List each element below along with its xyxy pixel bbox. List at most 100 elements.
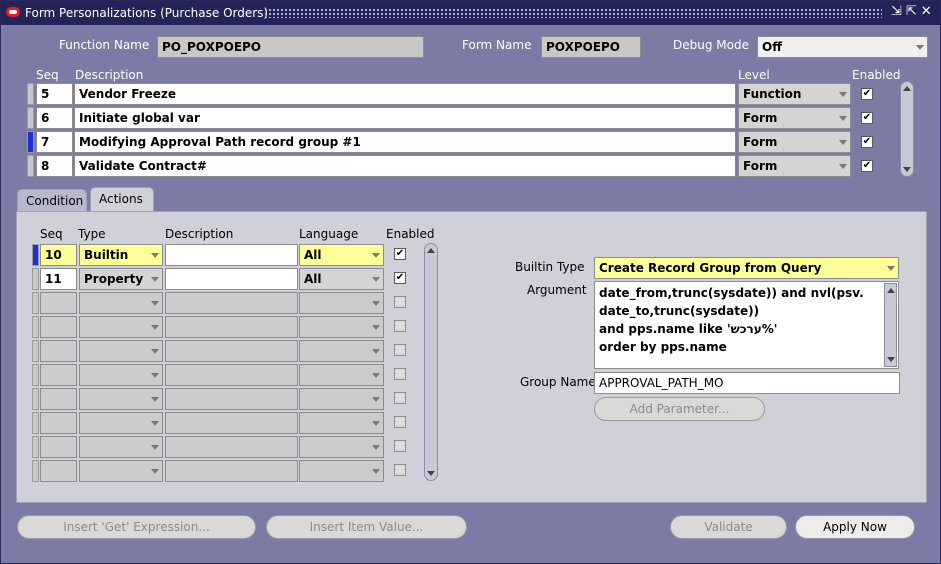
- action-language-select[interactable]: [299, 460, 384, 482]
- scroll-down-icon[interactable]: [903, 167, 911, 172]
- action-type-select[interactable]: [79, 460, 163, 482]
- validate-button[interactable]: Validate: [670, 515, 787, 539]
- row-indicator[interactable]: [32, 292, 39, 314]
- action-type-select[interactable]: [79, 316, 163, 338]
- insert-get-expression-button[interactable]: Insert 'Get' Expression...: [17, 515, 256, 539]
- action-type-select[interactable]: [79, 364, 163, 386]
- rule-seq-field[interactable]: 6: [36, 107, 73, 129]
- rule-description-field[interactable]: Initiate global var: [74, 107, 736, 129]
- action-type-select[interactable]: [79, 436, 163, 458]
- rule-seq-field[interactable]: 7: [36, 131, 73, 153]
- action-enabled-checkbox[interactable]: [394, 440, 406, 452]
- action-description-field[interactable]: [165, 388, 298, 410]
- action-seq-field[interactable]: [40, 436, 77, 458]
- action-language-select[interactable]: [299, 292, 384, 314]
- argument-scrollbar[interactable]: [884, 283, 897, 367]
- action-type-select[interactable]: Property: [79, 268, 163, 290]
- action-description-field[interactable]: [165, 364, 298, 386]
- current-row-indicator[interactable]: [27, 131, 34, 153]
- rule-description-field[interactable]: Vendor Freeze: [74, 83, 736, 105]
- action-seq-field[interactable]: [40, 364, 77, 386]
- action-language-select[interactable]: [299, 316, 384, 338]
- action-seq-field[interactable]: 11: [40, 268, 77, 290]
- scroll-up-icon[interactable]: [887, 288, 895, 293]
- action-language-select[interactable]: [299, 364, 384, 386]
- rule-level-select[interactable]: Form: [738, 155, 851, 177]
- current-row-indicator[interactable]: [32, 244, 39, 266]
- action-seq-field[interactable]: [40, 412, 77, 434]
- rule-level-select[interactable]: Function: [738, 83, 851, 105]
- rule-seq-field[interactable]: 5: [36, 83, 73, 105]
- group-name-field[interactable]: APPROVAL_PATH_MO: [594, 372, 900, 394]
- rule-description-field[interactable]: Modifying Approval Path record group #1: [74, 131, 736, 153]
- builtin-type-select[interactable]: Create Record Group from Query: [594, 257, 899, 279]
- action-enabled-checkbox[interactable]: [394, 416, 406, 428]
- action-language-select[interactable]: [299, 412, 384, 434]
- scroll-down-icon[interactable]: [427, 471, 435, 476]
- function-name-field[interactable]: PO_POXPOEPO: [157, 36, 424, 58]
- action-seq-field[interactable]: [40, 340, 77, 362]
- rule-level-select[interactable]: Form: [738, 107, 851, 129]
- action-seq-field[interactable]: [40, 316, 77, 338]
- insert-item-value-button[interactable]: Insert Item Value...: [266, 515, 467, 539]
- scroll-up-icon[interactable]: [903, 86, 911, 91]
- row-indicator[interactable]: [32, 388, 39, 410]
- row-indicator[interactable]: [32, 364, 39, 386]
- action-description-field[interactable]: [165, 460, 298, 482]
- action-description-field[interactable]: [165, 292, 298, 314]
- action-enabled-checkbox[interactable]: [394, 320, 406, 332]
- scroll-down-icon[interactable]: [887, 357, 895, 362]
- action-seq-field[interactable]: [40, 388, 77, 410]
- action-type-select[interactable]: [79, 340, 163, 362]
- row-indicator[interactable]: [32, 460, 39, 482]
- title-bar[interactable]: Form Personalizations (Purchase Orders) …: [1, 1, 940, 25]
- action-description-field[interactable]: [165, 268, 298, 290]
- rule-level-select[interactable]: Form: [738, 131, 851, 153]
- row-indicator[interactable]: [32, 340, 39, 362]
- debug-mode-select[interactable]: Off: [757, 36, 928, 58]
- actions-scrollbar[interactable]: [424, 243, 438, 481]
- action-seq-field[interactable]: 10: [40, 244, 77, 266]
- rule-enabled-checkbox[interactable]: ✔: [861, 160, 873, 172]
- rule-description-field[interactable]: Validate Contract#: [74, 155, 736, 177]
- row-indicator[interactable]: [32, 268, 39, 290]
- action-language-select[interactable]: [299, 436, 384, 458]
- add-parameter-button[interactable]: Add Parameter...: [594, 397, 765, 421]
- action-description-field[interactable]: [165, 316, 298, 338]
- action-type-select[interactable]: [79, 292, 163, 314]
- action-enabled-checkbox[interactable]: ✔: [394, 272, 406, 284]
- action-enabled-checkbox[interactable]: [394, 392, 406, 404]
- form-name-field[interactable]: POXPOEPO: [541, 36, 641, 58]
- row-indicator[interactable]: [27, 107, 34, 129]
- action-seq-field[interactable]: [40, 460, 77, 482]
- rule-enabled-checkbox[interactable]: ✔: [861, 112, 873, 124]
- apply-now-button[interactable]: Apply Now: [795, 515, 915, 539]
- action-type-select[interactable]: [79, 388, 163, 410]
- rule-enabled-checkbox[interactable]: ✔: [861, 88, 873, 100]
- window-control-icons[interactable]: ⇲⇱✕: [891, 4, 936, 19]
- rules-scrollbar[interactable]: [900, 81, 914, 177]
- scroll-up-icon[interactable]: [427, 248, 435, 253]
- action-description-field[interactable]: [165, 436, 298, 458]
- rule-enabled-checkbox[interactable]: ✔: [861, 136, 873, 148]
- row-indicator[interactable]: [27, 155, 34, 177]
- action-language-select[interactable]: All: [299, 268, 384, 290]
- action-enabled-checkbox[interactable]: ✔: [394, 248, 406, 260]
- action-type-select[interactable]: Builtin: [79, 244, 163, 266]
- row-indicator[interactable]: [32, 316, 39, 338]
- action-enabled-checkbox[interactable]: [394, 368, 406, 380]
- action-enabled-checkbox[interactable]: [394, 296, 406, 308]
- action-enabled-checkbox[interactable]: [394, 344, 406, 356]
- row-indicator[interactable]: [32, 412, 39, 434]
- row-indicator[interactable]: [32, 436, 39, 458]
- action-description-field[interactable]: [165, 244, 298, 266]
- argument-textarea[interactable]: date_from,trunc(sysdate)) and nvl(psv. d…: [594, 281, 899, 369]
- action-enabled-checkbox[interactable]: [394, 464, 406, 476]
- action-description-field[interactable]: [165, 340, 298, 362]
- action-language-select[interactable]: [299, 340, 384, 362]
- action-language-select[interactable]: All: [299, 244, 384, 266]
- rule-seq-field[interactable]: 8: [36, 155, 73, 177]
- action-type-select[interactable]: [79, 412, 163, 434]
- action-description-field[interactable]: [165, 412, 298, 434]
- tab-condition[interactable]: Condition: [17, 189, 87, 211]
